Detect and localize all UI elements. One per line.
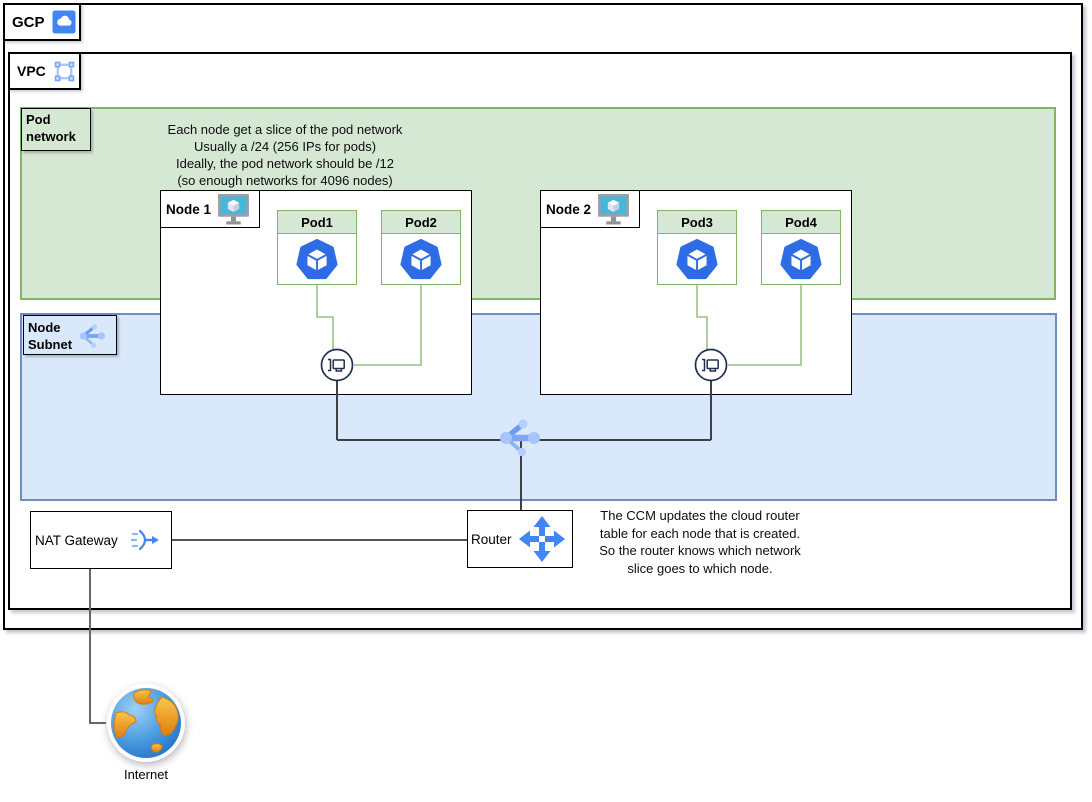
gcp-title: GCP <box>12 14 45 31</box>
note-line: slice goes to which node. <box>578 560 822 578</box>
note-line: Ideally, the pod network should be /12 <box>115 155 455 172</box>
node1-title: Node 1 <box>166 202 211 217</box>
nat-gateway-box: NAT Gateway <box>30 511 172 569</box>
pod-network-title: Pod network <box>26 112 76 144</box>
note-line: (so enough networks for 4096 nodes) <box>115 172 455 189</box>
subnet-exchange-arrows-icon <box>80 323 106 349</box>
pod4-title: Pod4 <box>762 211 840 234</box>
pod3-title: Pod3 <box>658 211 736 234</box>
node2-label-box: Node 2 <box>540 190 640 228</box>
pod2-title: Pod2 <box>382 211 460 234</box>
cloud-nat-icon <box>130 524 162 556</box>
kubernetes-pod-icon <box>278 234 356 285</box>
pod-network-note: Each node get a slice of the pod network… <box>115 121 455 189</box>
node-subnet-title: Node Subnet <box>28 319 80 353</box>
cloud-icon <box>52 10 76 34</box>
nat-gateway-title: NAT Gateway <box>35 533 118 548</box>
router-box: Router <box>467 510 573 568</box>
pod3-box: Pod3 <box>657 210 737 285</box>
node2-title: Node 2 <box>546 202 591 217</box>
note-line: table for each node that is created. <box>578 525 822 543</box>
pod1-box: Pod1 <box>277 210 357 285</box>
kubernetes-pod-icon <box>658 234 736 285</box>
vpc-title: VPC <box>17 63 46 79</box>
kubernetes-pod-icon <box>762 234 840 285</box>
vpc-perimeter-icon <box>53 60 76 83</box>
pod2-box: Pod2 <box>381 210 461 285</box>
kubernetes-pod-icon <box>382 234 460 285</box>
cloud-router-arrows-icon <box>518 515 566 563</box>
node1-label-box: Node 1 <box>160 190 260 228</box>
ccm-note: The CCM updates the cloud router table f… <box>578 507 822 577</box>
globe-icon <box>104 683 188 772</box>
vm-monitor-icon <box>597 194 630 225</box>
vm-monitor-icon <box>217 194 250 225</box>
gcp-label-box: GCP <box>3 3 81 41</box>
pod1-title: Pod1 <box>278 211 356 234</box>
note-line: Usually a /24 (256 IPs for pods) <box>115 138 455 155</box>
note-line: So the router knows which network <box>578 542 822 560</box>
vpc-label-box: VPC <box>8 52 81 90</box>
node-subnet-label-box: Node Subnet <box>23 315 117 355</box>
note-line: The CCM updates the cloud router <box>578 507 822 525</box>
pod4-box: Pod4 <box>761 210 841 285</box>
pod-network-label-box: Pod network <box>21 108 91 151</box>
diagram-canvas: GCP VPC Pod network <box>0 0 1092 802</box>
internet-title: Internet <box>100 767 192 782</box>
router-title: Router <box>471 532 512 547</box>
note-line: Each node get a slice of the pod network <box>115 121 455 138</box>
